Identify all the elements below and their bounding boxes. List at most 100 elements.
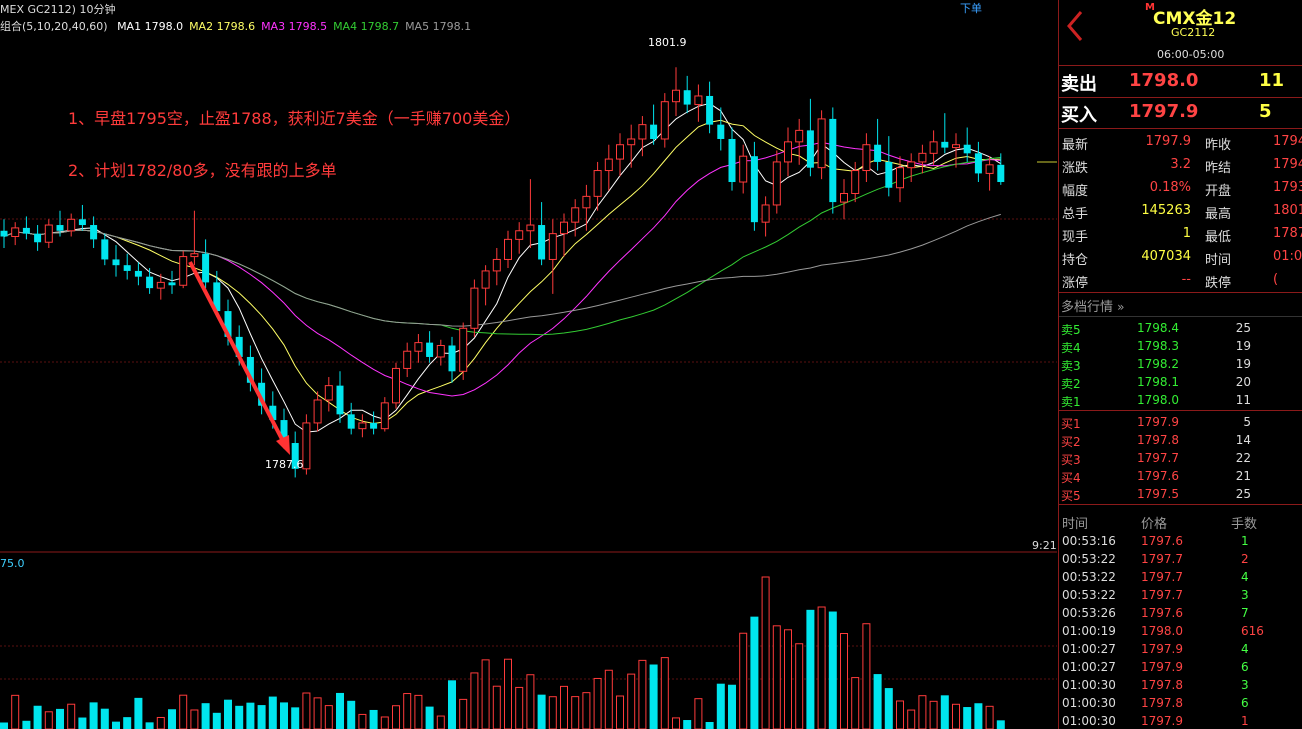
depth-toggle[interactable]: 多档行情 » <box>1061 296 1125 315</box>
candle <box>202 239 210 289</box>
kline-chart-area[interactable]: MEX GC2112) 10分钟 下单 组合(5,10,20,40,60) MA… <box>0 0 1057 729</box>
instrument-code: GC2112 <box>1171 26 1216 39</box>
volume-bar <box>672 717 680 729</box>
candle <box>492 247 501 286</box>
volume-bar <box>862 623 871 729</box>
trade-time: 01:00:30 <box>1062 714 1116 728</box>
candle <box>974 141 982 183</box>
annotation-note-2: 2、计划1782/80多，没有跟的上多单 <box>68 161 337 180</box>
annotation-note-1: 1、早盘1795空，止盈1788，获利近7美金（一手赚700美金） <box>68 109 521 128</box>
trade-time: 00:53:22 <box>1062 570 1116 584</box>
candle <box>784 127 792 177</box>
volume-bar <box>123 717 132 729</box>
sell-price: 1798.0 <box>1129 70 1199 91</box>
ask-level[interactable]: 卖3 1798.2 19 <box>1059 355 1302 373</box>
level-qty: 25 <box>1235 321 1251 335</box>
double-chevron-down-icon: » <box>1117 300 1125 314</box>
ask-level[interactable]: 卖4 1798.3 19 <box>1059 337 1302 355</box>
volume-bar <box>996 720 1005 729</box>
candle <box>470 279 479 337</box>
sell-qty: 11 <box>1259 70 1285 91</box>
volume-bar <box>481 659 490 729</box>
volume-bar <box>963 707 972 729</box>
trade-time: 01:00:19 <box>1062 624 1116 638</box>
candle <box>526 179 535 248</box>
level-qty: 14 <box>1235 433 1251 447</box>
stat-label: 涨跌 <box>1062 161 1089 176</box>
level-price: 1798.4 <box>1137 321 1179 335</box>
candle <box>403 342 412 378</box>
ask-level[interactable]: 卖2 1798.1 20 <box>1059 373 1302 391</box>
bid-level[interactable]: 买4 1797.6 21 <box>1059 467 1302 485</box>
volume-bar <box>817 606 826 729</box>
stat-label: 幅度 <box>1062 184 1089 199</box>
candle <box>392 362 400 409</box>
volume-bar <box>940 695 949 729</box>
volume-bar <box>56 708 64 729</box>
ma-line-5 <box>3 213 1001 327</box>
level-label: 卖2 <box>1061 377 1081 391</box>
candle <box>851 161 860 203</box>
volume-bar <box>705 721 714 729</box>
volume-bar <box>627 673 636 729</box>
trade-row: 01:00:27 1797.9 6 <box>1059 658 1302 676</box>
candle <box>112 245 120 277</box>
trade-price: 1797.9 <box>1141 714 1183 728</box>
ma-legend-item: MA2 1798.6 <box>189 20 256 33</box>
candle <box>302 414 311 475</box>
bid-level[interactable]: 买5 1797.5 25 <box>1059 485 1302 503</box>
stat-label: 现手 <box>1062 230 1089 245</box>
volume-bar <box>526 674 535 729</box>
ask-level[interactable]: 卖1 1798.0 11 <box>1059 391 1302 409</box>
volume-bar <box>257 705 266 729</box>
stat-row: 持仓 407034 时间 01:00: <box>1059 246 1302 268</box>
level-label: 卖1 <box>1061 395 1081 409</box>
volume-bar <box>884 688 893 729</box>
volume-bar <box>380 716 389 729</box>
stat-row: 幅度 0.18% 开盘 1793. <box>1059 177 1302 199</box>
candle <box>34 225 42 251</box>
trade-qty: 2 <box>1241 552 1249 566</box>
candle <box>22 216 30 240</box>
volume-bar <box>235 705 244 729</box>
volume-bar <box>560 685 568 729</box>
volume-bar <box>571 696 580 729</box>
volume-bar <box>593 677 602 729</box>
trade-qty: 1 <box>1241 714 1249 728</box>
candle <box>739 144 748 194</box>
candle <box>660 93 669 148</box>
back-button[interactable] <box>1063 8 1087 44</box>
level-label: 买2 <box>1061 435 1081 449</box>
order-link[interactable]: 下单 <box>960 0 982 16</box>
level-price: 1797.8 <box>1137 433 1179 447</box>
candle <box>515 222 524 254</box>
ma-legend-item: MA5 1798.1 <box>405 20 472 33</box>
volume-bar <box>369 709 378 729</box>
level-label: 买3 <box>1061 453 1081 467</box>
volume-bar <box>694 698 703 729</box>
level-label: 买5 <box>1061 489 1081 503</box>
volume-bar <box>929 700 938 729</box>
sell-row[interactable]: 卖出 1798.0 11 <box>1059 68 1302 96</box>
volume-bar <box>772 625 781 729</box>
volume-bar <box>44 711 53 729</box>
bid-level[interactable]: 买1 1797.9 5 <box>1059 413 1302 431</box>
stat-value-2: 1794. <box>1273 134 1302 149</box>
level-qty: 19 <box>1235 357 1251 371</box>
bid-level[interactable]: 买3 1797.7 22 <box>1059 449 1302 467</box>
trade-time: 00:53:22 <box>1062 552 1116 566</box>
stat-label-2: 最高 <box>1205 207 1232 222</box>
candle <box>750 141 758 231</box>
buy-qty: 5 <box>1259 101 1272 122</box>
ask-level[interactable]: 卖5 1798.4 25 <box>1059 319 1302 337</box>
buy-row[interactable]: 买入 1797.9 5 <box>1059 99 1302 127</box>
volume-bar <box>100 708 109 729</box>
candle <box>179 250 188 289</box>
trade-price: 1797.9 <box>1141 642 1183 656</box>
stat-value-2: 1793. <box>1273 180 1302 195</box>
level-qty: 5 <box>1243 415 1251 429</box>
candle <box>548 219 557 294</box>
trade-row: 00:53:26 1797.6 7 <box>1059 604 1302 622</box>
candle <box>761 196 770 237</box>
bid-level[interactable]: 买2 1797.8 14 <box>1059 431 1302 449</box>
